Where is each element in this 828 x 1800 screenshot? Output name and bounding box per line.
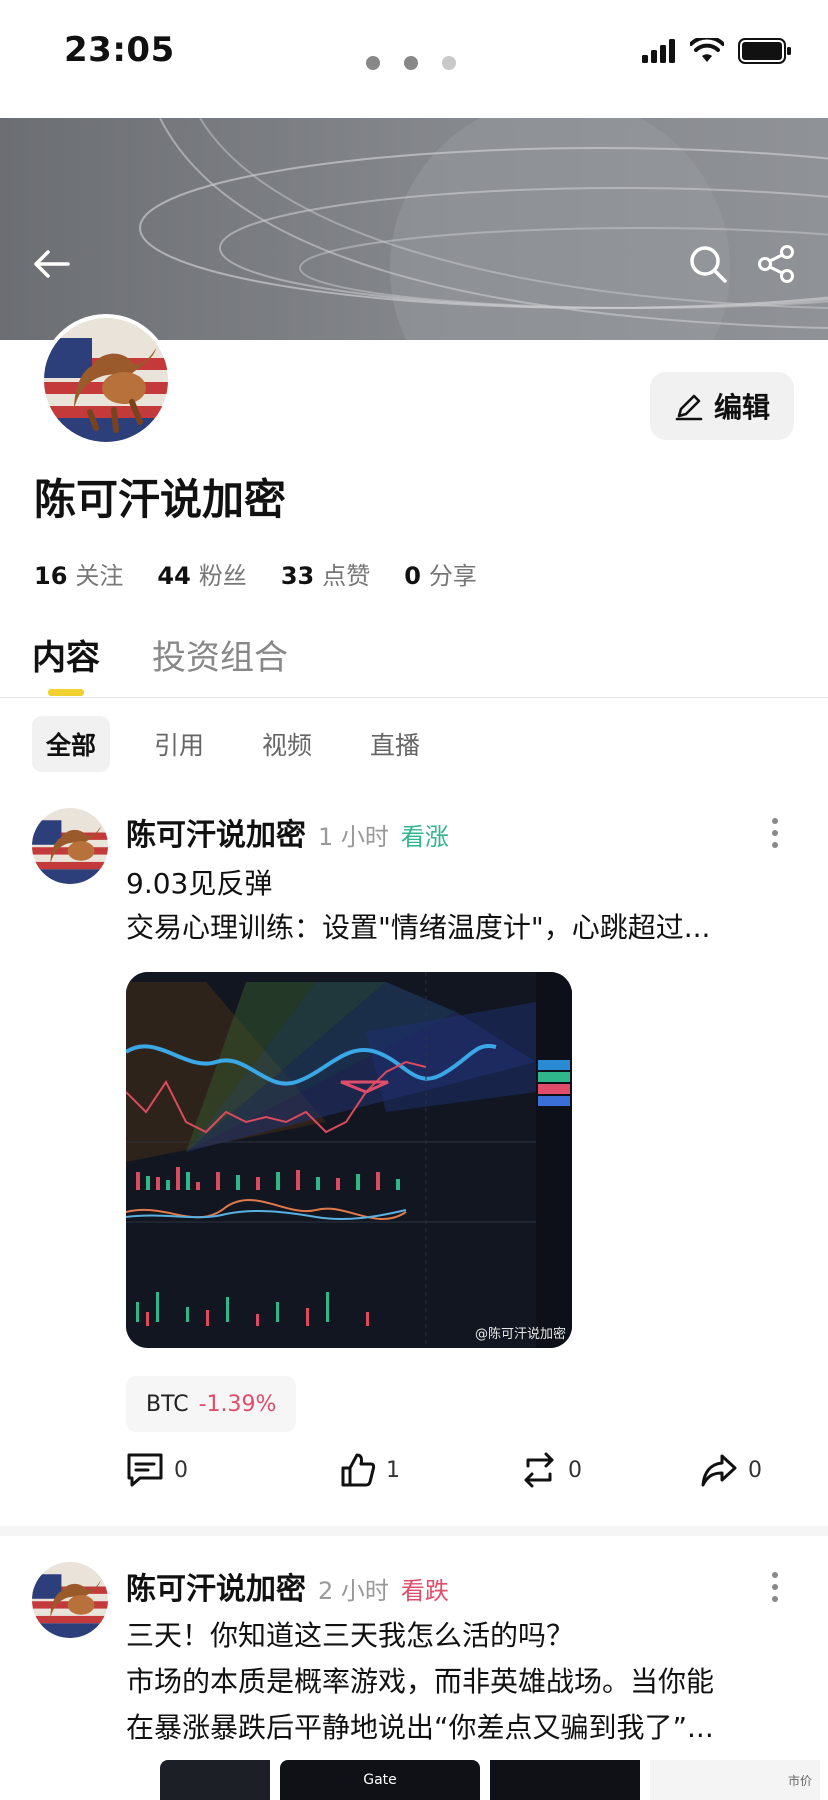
- post-image-strip[interactable]: Gate 市价: [160, 1760, 820, 1800]
- post-separator: [0, 1526, 828, 1536]
- tab-content[interactable]: 内容: [32, 630, 100, 679]
- comment-icon: [127, 1453, 163, 1487]
- page-dot: [404, 56, 418, 70]
- status-icons: [642, 38, 792, 64]
- coin-tag-btc[interactable]: BTC -1.39%: [126, 1376, 297, 1432]
- stat-count: 0: [404, 562, 421, 590]
- page-dots: [366, 56, 456, 70]
- post-image-thumb: 市价: [650, 1760, 820, 1800]
- stat-label: 粉丝: [198, 562, 247, 590]
- battery-icon: [738, 38, 791, 64]
- coin-symbol: BTC: [146, 1391, 189, 1417]
- post-author[interactable]: 陈可汗说加密: [126, 1564, 306, 1608]
- stat-count: 33: [280, 562, 315, 590]
- profile-avatar[interactable]: [40, 314, 172, 446]
- content-filters: 全部 引用 视频 直播: [32, 716, 434, 772]
- bull-avatar-image: [32, 808, 108, 884]
- profile-tabs: 内容 投资组合: [32, 630, 288, 679]
- back-arrow-icon[interactable]: [32, 248, 72, 280]
- filter-video[interactable]: 视频: [248, 716, 326, 772]
- edit-profile-button[interactable]: 编辑: [650, 372, 794, 440]
- filter-all[interactable]: 全部: [32, 716, 111, 772]
- more-options-icon[interactable]: [772, 1572, 778, 1602]
- bull-avatar-image: [44, 318, 168, 442]
- tab-portfolio[interactable]: 投资组合: [152, 630, 288, 679]
- share-action[interactable]: 0: [700, 1452, 762, 1488]
- filter-quote[interactable]: 引用: [140, 716, 218, 772]
- status-time: 23:05: [64, 30, 175, 70]
- repost-icon: [524, 1452, 554, 1488]
- share-icon[interactable]: [756, 244, 796, 284]
- filter-live[interactable]: 直播: [356, 716, 434, 772]
- post-author-avatar[interactable]: [32, 808, 108, 884]
- post-text-line: 三天！你知道这三天我怎么活的吗？: [126, 1619, 575, 1652]
- post-sentiment-tag: 看跌: [400, 1577, 449, 1605]
- post-author[interactable]: 陈可汗说加密: [126, 810, 306, 854]
- stat-followers[interactable]: 44 粉丝: [157, 556, 246, 591]
- post-author-avatar[interactable]: [32, 1562, 108, 1638]
- banner-pattern: [139, 118, 828, 340]
- page-dot: [442, 56, 456, 70]
- wifi-icon: [690, 38, 724, 62]
- post-image-thumb: [160, 1760, 270, 1800]
- post-header: 陈可汗说加密 1 小时 看涨: [126, 810, 449, 854]
- more-options-icon[interactable]: [772, 818, 778, 848]
- page-dot: [366, 56, 380, 70]
- post-text-line: 在暴涨暴跌后平静地说出“你差点又骗到我了”...: [126, 1711, 714, 1744]
- repost-action[interactable]: 0: [520, 1452, 582, 1488]
- share-arrow-icon: [701, 1454, 737, 1487]
- repost-count: 0: [568, 1457, 582, 1483]
- post-chart-image[interactable]: @陈可汗说加密: [126, 972, 572, 1348]
- profile-banner: [0, 118, 828, 340]
- signal-icon: [642, 39, 675, 63]
- stat-count: 16: [34, 562, 68, 590]
- post-text-line: 9.03见反弹: [126, 867, 273, 900]
- comment-action[interactable]: 0: [126, 1452, 188, 1488]
- stat-count: 44: [157, 562, 191, 590]
- image-price-label: 市价: [787, 1773, 812, 1788]
- post-image-thumb: Gate: [280, 1760, 480, 1800]
- stat-likes: 33 点赞: [281, 556, 370, 591]
- post-text-line: 交易心理训练：设置"情绪温度计"，心跳超过...: [126, 911, 711, 944]
- profile-stats: 16 关注 44 粉丝 33 点赞 0 分享: [34, 556, 477, 591]
- trading-chart-graphic: [126, 972, 572, 1348]
- active-tab-indicator: [48, 689, 84, 696]
- profile-name: 陈可汗说加密: [34, 475, 287, 524]
- post-text-line: 市场的本质是概率游戏，而非英雄战场。当你能: [126, 1665, 715, 1698]
- bull-avatar-image: [32, 1562, 108, 1638]
- post-image-thumb: [490, 1760, 640, 1800]
- post-sentiment-tag: 看涨: [400, 823, 449, 851]
- post-header: 陈可汗说加密 2 小时 看跌: [126, 1564, 449, 1608]
- like-count: 1: [386, 1457, 400, 1483]
- stat-label: 分享: [428, 562, 477, 590]
- search-icon[interactable]: [688, 244, 728, 284]
- like-action[interactable]: 1: [340, 1452, 400, 1488]
- thumbs-up-icon: [341, 1453, 376, 1487]
- post-time: 2 小时: [318, 1577, 389, 1605]
- stat-label: 关注: [75, 562, 124, 590]
- edit-label: 编辑: [713, 391, 770, 424]
- stat-label: 点赞: [322, 562, 371, 590]
- tabs-divider: [0, 697, 828, 698]
- stat-shares: 0 分享: [404, 556, 477, 591]
- stat-following[interactable]: 16 关注: [34, 556, 123, 591]
- share-count: 0: [748, 1457, 762, 1483]
- image-brand-label: Gate: [363, 1772, 397, 1788]
- image-watermark: @陈可汗说加密: [474, 1327, 566, 1342]
- post-time: 1 小时: [318, 823, 389, 851]
- pencil-icon: [675, 394, 703, 421]
- comment-count: 0: [174, 1457, 188, 1483]
- coin-change: -1.39%: [198, 1391, 277, 1417]
